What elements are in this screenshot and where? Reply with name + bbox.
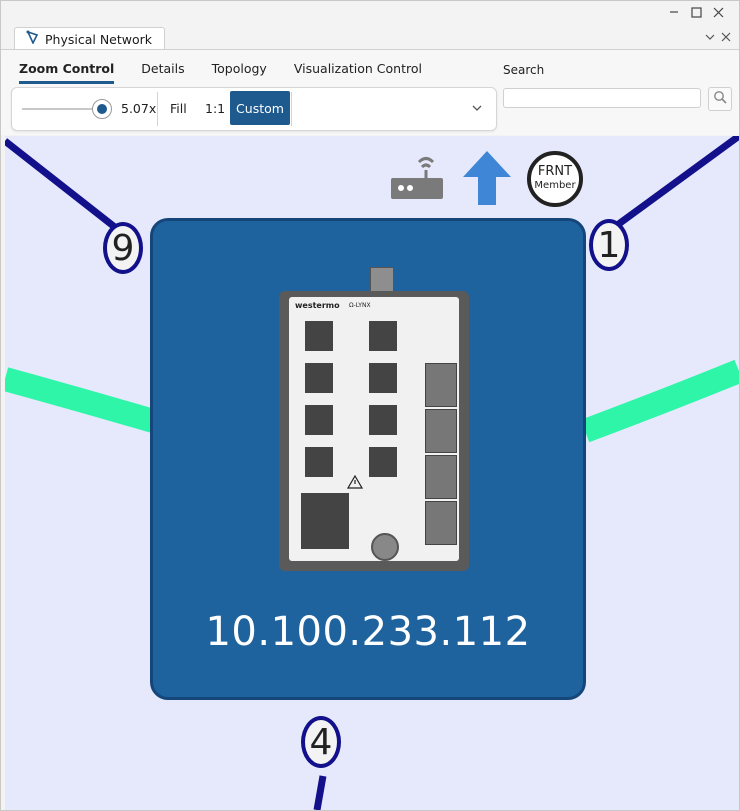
- network-icon: [25, 30, 39, 48]
- router-icon: [389, 152, 445, 206]
- sfp-cage: [425, 363, 457, 407]
- port-label-9[interactable]: 9: [103, 222, 143, 274]
- custom-button[interactable]: Custom: [230, 91, 290, 125]
- port-label-4[interactable]: 4: [301, 716, 341, 768]
- device-node[interactable]: westermo Ω-LYNX 10.100.233.112: [150, 218, 586, 700]
- maximize-icon[interactable]: [689, 5, 703, 19]
- fill-button[interactable]: Fill: [170, 101, 187, 116]
- port-block: [305, 405, 333, 435]
- port-block: [305, 447, 333, 477]
- tab-physical-network[interactable]: Physical Network: [14, 27, 166, 50]
- search-icon: [713, 90, 727, 108]
- minimize-icon[interactable]: [667, 5, 681, 19]
- topology-canvas[interactable]: FRNT Member westermo Ω-LYNX 10.100.233.1…: [5, 136, 739, 810]
- port-label-1[interactable]: 1: [589, 219, 629, 271]
- close-tab-icon[interactable]: [721, 31, 731, 46]
- one-to-one-button[interactable]: 1:1: [205, 101, 225, 116]
- link-green-left: [5, 367, 157, 433]
- tab-topology[interactable]: Topology: [212, 61, 267, 84]
- arrow-up-icon: [463, 151, 511, 209]
- port-block: [369, 321, 397, 351]
- device-image: westermo Ω-LYNX: [279, 291, 469, 571]
- physical-network-window: Physical Network Zoom Control Details To…: [0, 0, 740, 811]
- node-ip-address: 10.100.233.112: [205, 609, 531, 655]
- power-terminal: [301, 493, 349, 549]
- device-model: Ω-LYNX: [349, 302, 371, 309]
- sfp-cage: [425, 501, 457, 545]
- badge-line2: Member: [534, 180, 576, 191]
- ribbon-panel: Zoom Control Details Topology Visualizat…: [1, 49, 739, 135]
- device-brand: westermo: [295, 301, 340, 310]
- ground-connector: [371, 533, 399, 561]
- divider: [291, 92, 292, 126]
- frnt-member-badge: FRNT Member: [527, 151, 583, 207]
- zoom-slider-track[interactable]: [22, 108, 102, 110]
- link-green-right: [580, 359, 739, 443]
- port-block: [305, 363, 333, 393]
- search-input[interactable]: [503, 88, 701, 108]
- zoom-slider-thumb[interactable]: [92, 99, 112, 119]
- link-port-1: [602, 136, 739, 237]
- badge-line1: FRNT: [537, 164, 573, 179]
- zoom-control-group: 5.07x Fill 1:1 Custom: [11, 87, 497, 131]
- sfp-cage: [425, 409, 457, 453]
- tab-label: Physical Network: [45, 31, 153, 47]
- chevron-down-icon[interactable]: [705, 31, 715, 46]
- tab-zoom-control[interactable]: Zoom Control: [19, 61, 115, 84]
- port-block: [369, 447, 397, 477]
- sfp-cage: [425, 455, 457, 499]
- warning-icon: [346, 474, 364, 493]
- divider: [157, 92, 158, 126]
- title-bar: [1, 1, 739, 25]
- link-port-4: [313, 775, 327, 810]
- tab-visualization-control[interactable]: Visualization Control: [294, 61, 422, 84]
- search-label: Search: [503, 63, 545, 77]
- chevron-down-icon[interactable]: [471, 102, 483, 118]
- link-port-9: [5, 138, 133, 242]
- port-block: [305, 321, 333, 351]
- tab-details[interactable]: Details: [141, 61, 184, 84]
- close-icon[interactable]: [711, 5, 725, 19]
- port-block: [369, 405, 397, 435]
- ribbon-tabs: Zoom Control Details Topology Visualizat…: [19, 61, 449, 84]
- zoom-value: 5.07x: [121, 101, 157, 116]
- search-button[interactable]: [708, 87, 732, 111]
- port-block: [369, 363, 397, 393]
